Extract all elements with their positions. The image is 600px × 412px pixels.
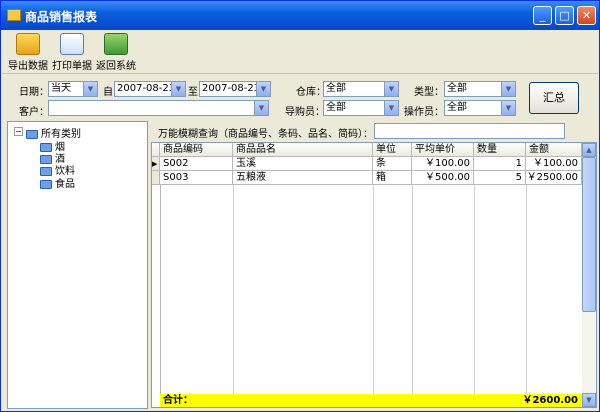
category-tree: − 所有类别 烟 酒 饮料 食品: [7, 121, 148, 409]
col-header-amount[interactable]: 金额: [526, 143, 582, 157]
guide-select[interactable]: 全部 ▼: [323, 100, 399, 116]
table-cell[interactable]: ￥100.00: [412, 157, 474, 171]
chevron-down-icon[interactable]: ▼: [256, 82, 270, 96]
type-label: 类型：: [414, 87, 444, 98]
print-icon: [60, 33, 84, 55]
to-date-value: 2007-08-23: [202, 83, 261, 94]
date-label: 日期：: [19, 87, 49, 98]
total-label: 合计：: [163, 395, 193, 406]
sales-table: 商品编码 商品品名 单位 平均单价 数量 金额 ▶ S002 玉溪 条 ￥100…: [151, 142, 597, 408]
tree-collapse-icon[interactable]: −: [14, 127, 23, 136]
table-cell[interactable]: ￥100.00: [526, 157, 582, 171]
return-icon: [104, 33, 128, 55]
chevron-down-icon[interactable]: ▼: [171, 82, 185, 96]
row-pointer-icon[interactable]: ▶: [152, 157, 160, 171]
guide-label: 导购员：: [285, 107, 325, 118]
warehouse-select-value: 全部: [326, 83, 346, 94]
chevron-down-icon[interactable]: ▼: [384, 101, 398, 115]
col-header-unit[interactable]: 单位: [373, 143, 412, 157]
empty-rows-area: [160, 185, 582, 394]
table-cell[interactable]: 1: [474, 157, 526, 171]
folder-icon: [40, 179, 52, 189]
export-data-button[interactable]: 导出数据: [6, 33, 50, 73]
header-corner: [152, 143, 160, 157]
operator-label: 操作员：: [404, 107, 444, 118]
fuzzy-search-label: 万能模糊查询（商品编号、条码、品名、简码）：: [158, 129, 373, 140]
summary-button[interactable]: 汇总: [529, 82, 579, 114]
chevron-down-icon[interactable]: ▼: [254, 101, 268, 115]
table-cell[interactable]: 条: [373, 157, 412, 171]
col-header-avg-price[interactable]: 平均单价: [412, 143, 474, 157]
table-cell[interactable]: 箱: [373, 171, 412, 185]
warehouse-label: 仓库：: [296, 87, 326, 98]
row-header[interactable]: [152, 171, 160, 185]
print-document-label: 打印单据: [52, 61, 92, 72]
scroll-down-icon[interactable]: ▼: [582, 393, 596, 407]
operator-select[interactable]: 全部 ▼: [444, 100, 516, 116]
col-header-code[interactable]: 商品编码: [160, 143, 233, 157]
to-date-picker[interactable]: 2007-08-23 ▼: [199, 81, 271, 97]
close-button[interactable]: ✕: [577, 6, 596, 25]
tree-item-label: 食品: [55, 179, 75, 190]
chevron-down-icon[interactable]: ▼: [83, 82, 97, 96]
print-document-button[interactable]: 打印单据: [50, 33, 94, 73]
folder-icon: [26, 129, 38, 139]
col-header-qty[interactable]: 数量: [474, 143, 526, 157]
chevron-down-icon[interactable]: ▼: [501, 82, 515, 96]
toolbar: 导出数据 打印单据 返回系统: [2, 30, 598, 74]
table-cell[interactable]: 5: [474, 171, 526, 185]
table-body: 商品编码 商品品名 单位 平均单价 数量 金额 ▶ S002 玉溪 条 ￥100…: [152, 143, 582, 407]
to-label: 至: [188, 87, 198, 98]
sales-report-window: 商品销售报表 _ □ ✕ 导出数据 打印单据 返回系统 日期： 当天 ▼ 自 2…: [0, 0, 600, 412]
return-system-button[interactable]: 返回系统: [94, 33, 138, 73]
scroll-up-icon[interactable]: ▲: [582, 143, 596, 157]
maximize-button[interactable]: □: [555, 6, 574, 25]
table-cell[interactable]: S002: [160, 157, 233, 171]
from-date-picker[interactable]: 2007-08-23 ▼: [114, 81, 186, 97]
export-data-label: 导出数据: [8, 61, 48, 72]
date-select[interactable]: 当天 ▼: [48, 81, 98, 97]
vertical-scrollbar[interactable]: ▲ ▼: [582, 143, 596, 407]
table-cell[interactable]: S003: [160, 171, 233, 185]
app-icon: [7, 9, 21, 21]
customer-select[interactable]: ▼: [48, 100, 269, 116]
customer-label: 客户：: [19, 107, 49, 118]
export-icon: [16, 33, 40, 55]
type-select[interactable]: 全部 ▼: [444, 81, 516, 97]
window-title: 商品销售报表: [25, 10, 98, 24]
table-cell[interactable]: 玉溪: [233, 157, 373, 171]
return-system-label: 返回系统: [96, 61, 136, 72]
type-select-value: 全部: [447, 83, 467, 94]
table-cell[interactable]: 五粮液: [233, 171, 373, 185]
chevron-down-icon[interactable]: ▼: [501, 101, 515, 115]
tree-item-food[interactable]: 食品: [40, 175, 75, 190]
col-header-name[interactable]: 商品品名: [233, 143, 373, 157]
warehouse-select[interactable]: 全部 ▼: [323, 81, 399, 97]
date-select-value: 当天: [51, 83, 71, 94]
from-label: 自: [103, 87, 113, 98]
table-cell[interactable]: ￥2500.00: [526, 171, 582, 185]
minimize-button[interactable]: _: [533, 6, 552, 25]
table-cell[interactable]: ￥500.00: [412, 171, 474, 185]
total-value: ￥2600.00: [522, 395, 578, 406]
scroll-thumb[interactable]: [582, 157, 596, 312]
chevron-down-icon[interactable]: ▼: [384, 82, 398, 96]
operator-select-value: 全部: [447, 102, 467, 113]
fuzzy-search-input[interactable]: [374, 123, 565, 139]
title-bar[interactable]: 商品销售报表 _ □ ✕: [1, 1, 599, 30]
guide-select-value: 全部: [326, 102, 346, 113]
from-date-value: 2007-08-23: [117, 83, 176, 94]
total-row: 合计： ￥2600.00: [160, 394, 582, 407]
